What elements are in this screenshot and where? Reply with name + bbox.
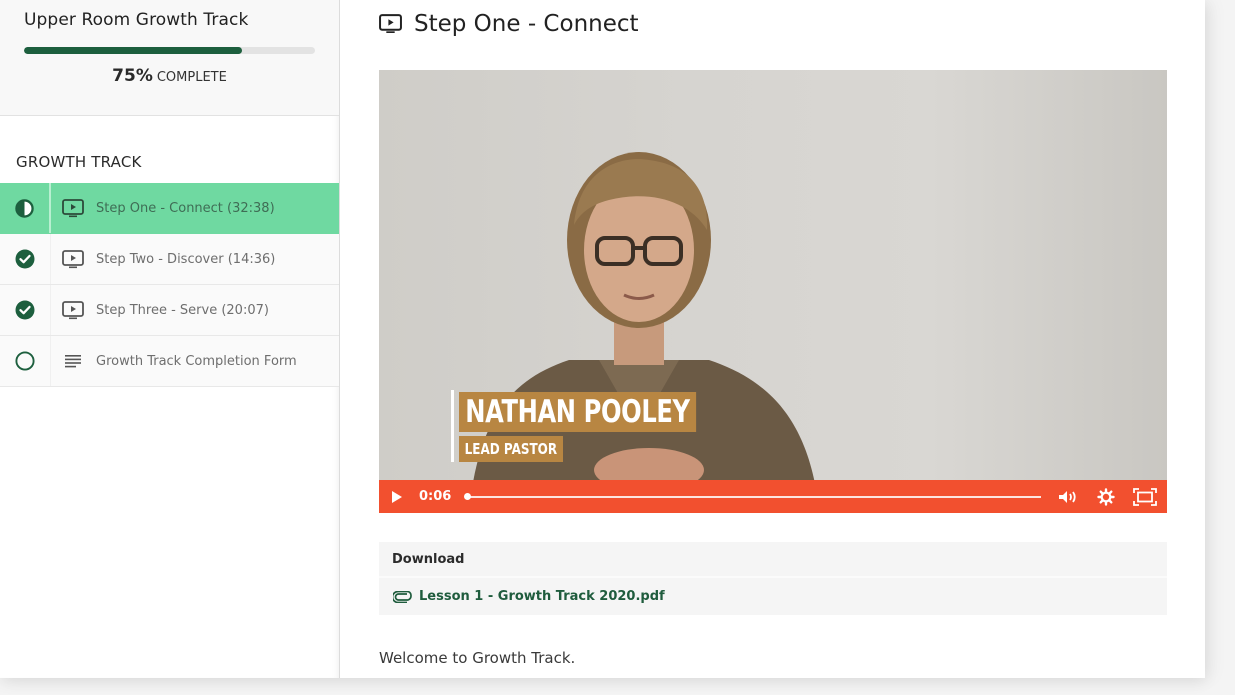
download-file-name[interactable]: Lesson 1 - Growth Track 2020.pdf [419,589,665,604]
download-section: Download Lesson 1 - Growth Track 2020.pd… [379,542,1167,615]
course-player: Upper Room Growth Track 75% COMPLETE GROW… [0,0,1205,678]
download-file-link[interactable]: Lesson 1 - Growth Track 2020.pdf [379,578,1167,615]
volume-icon [1059,490,1076,503]
course-header: Upper Room Growth Track 75% COMPLETE [0,0,339,116]
fullscreen-icon [1133,487,1157,506]
lesson-item-step-one[interactable]: Step One - Connect (32:38) [0,183,339,234]
course-progress-bar [24,47,315,54]
lesson-status [0,285,51,335]
lesson-item-step-three[interactable]: Step Three - Serve (20:07) [0,285,339,336]
video-scrubber[interactable] [464,492,1041,500]
check-circle-icon [15,300,35,320]
lesson-list: Step One - Connect (32:38) Step Two - Di… [0,183,339,387]
lesson-title: Step One - Connect [414,11,639,37]
lesson-status [0,336,51,386]
lesson-label: Growth Track Completion Form [96,353,297,369]
video-player[interactable]: NATHAN POOLEY LEAD PASTOR 0:06 [379,70,1167,513]
volume-button[interactable] [1057,489,1079,505]
player-right-controls [1057,487,1157,506]
check-circle-icon [15,249,35,269]
text-lesson-icon [51,354,95,368]
lesson-label: Step Two - Discover (14:36) [96,251,276,267]
section-title: GROWTH TRACK [16,153,142,171]
download-heading: Download [379,542,1167,578]
lesson-item-completion-form[interactable]: Growth Track Completion Form [0,336,339,387]
progress-complete-label: COMPLETE [156,70,227,85]
progress-percent: 75% [112,66,153,86]
lesson-content: Step One - Connect NATHAN POOLEY LEAD PA… [340,0,1205,678]
video-lesson-icon [51,300,95,320]
play-button[interactable] [391,490,403,504]
lesson-label: Step One - Connect (32:38) [96,200,275,216]
paperclip-icon [393,590,412,603]
empty-circle-icon [15,351,35,371]
lesson-status [0,183,51,233]
play-icon [392,490,402,503]
video-lesson-icon [379,14,402,33]
course-progress-fill [24,47,243,54]
gear-icon [1097,487,1115,506]
speaker-role: LEAD PASTOR [459,436,563,462]
current-time: 0:06 [419,489,452,504]
fullscreen-button[interactable] [1133,487,1157,506]
settings-button[interactable] [1097,487,1115,506]
video-lesson-icon [51,198,95,218]
lesson-status [0,234,51,284]
speaker-name: NATHAN POOLEY [459,392,696,432]
lesson-label: Step Three - Serve (20:07) [96,302,269,318]
video-lesson-icon [51,249,95,269]
lower-third-bar [451,390,454,462]
course-sidebar: Upper Room Growth Track 75% COMPLETE GROW… [0,0,340,678]
progress-text: 75% COMPLETE [24,66,315,86]
scrubber-handle[interactable] [464,492,472,500]
lesson-item-step-two[interactable]: Step Two - Discover (14:36) [0,234,339,285]
lesson-body-text: Welcome to Growth Track. [379,649,576,667]
course-title: Upper Room Growth Track [24,10,249,30]
video-controls: 0:06 [379,480,1167,513]
half-circle-in-progress-icon [15,198,34,218]
lesson-header: Step One - Connect [379,0,1167,48]
